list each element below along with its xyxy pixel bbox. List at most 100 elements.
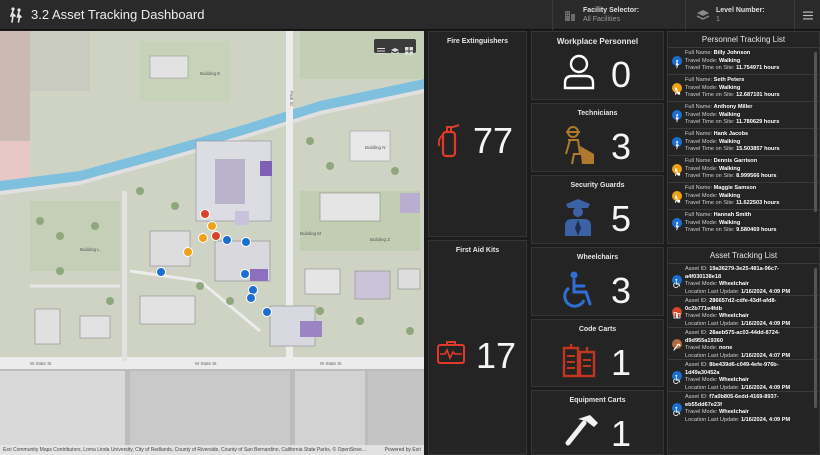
personnel-list-title: Personnel Tracking List xyxy=(701,35,786,44)
code-carts-title: Code Carts xyxy=(578,326,617,333)
personnel-mode-line: Travel Mode: Walking xyxy=(685,85,819,93)
level-label: Level Number: xyxy=(716,7,765,14)
name-label: Full Name: xyxy=(685,158,714,164)
map-marker-technician[interactable] xyxy=(198,233,208,243)
asset-update-label: Location Last Update: xyxy=(685,416,741,423)
map-marker-wheelchair[interactable] xyxy=(240,269,250,279)
hamburger-icon xyxy=(802,11,813,19)
personnel-name-line: Full Name: Hannah Smith xyxy=(685,212,819,220)
walking-icon xyxy=(672,137,682,150)
personnel-list-item[interactable]: Full Name: Maggie Samson Travel Mode: Wal… xyxy=(668,182,819,209)
asset-id-suffix: eb55dd67e23f xyxy=(685,401,723,408)
security-guards-title: Security Guards xyxy=(570,182,625,189)
personnel-mode: Walking xyxy=(719,165,741,172)
asset-id-line-2: 0c2b771e4fdb xyxy=(685,306,819,314)
personnel-time-line: Travel Time on Site: 15.503857 hours xyxy=(685,146,819,154)
fire-extinguishers-title: Fire Extinguishers xyxy=(446,38,509,45)
first-aid-kit-icon xyxy=(437,341,465,364)
asset-list-item[interactable]: Asset ID: f7a0b805-6edd-4169-8937- eb55dd… xyxy=(668,391,819,423)
map-marker-fire-extinguisher[interactable] xyxy=(200,209,210,219)
map-view[interactable]: Building E Building N Building M Buildin… xyxy=(0,31,424,455)
map-label-building-z: Building Z xyxy=(370,237,390,242)
personnel-name: Anthony Miller xyxy=(713,104,753,110)
asset-update-label: Location Last Update: xyxy=(685,320,741,327)
header-bar: 3.2 Asset Tracking Dashboard Facility Se… xyxy=(0,0,820,30)
personnel-time-line: Travel Time on Site: 9.580469 hours xyxy=(685,227,819,235)
personnel-list-item[interactable]: Full Name: Hannah Smith Travel Mode: Walk… xyxy=(668,209,819,236)
asset-id-suffix: 0c2b771e4fdb xyxy=(685,305,723,312)
asset-id: 19a36279-3e25-481a-96c7- xyxy=(709,266,779,272)
time-label: Travel Time on Site: xyxy=(685,200,737,206)
map-marker-personnel[interactable] xyxy=(222,235,232,245)
personnel-tracking-list: Personnel Tracking List Full Name: Billy… xyxy=(667,31,820,244)
asset-list-item[interactable]: Asset ID: 8be439d6-c049-4efe-976b- 1d49a3… xyxy=(668,359,819,391)
personnel-list-item[interactable]: Full Name: Anthony Miller Travel Mode: Wa… xyxy=(668,101,819,128)
layers-icon xyxy=(696,10,710,20)
first-aid-kits-title: First Aid Kits xyxy=(455,247,500,254)
menu-button[interactable] xyxy=(794,0,820,30)
map-marker-technician[interactable] xyxy=(207,221,217,231)
facility-value: All Facilities xyxy=(583,16,620,23)
security-guards-count: 5 xyxy=(611,198,632,239)
fire-extinguishers-count: 77 xyxy=(473,120,514,161)
asset-id-line-2: 1d49a30452a xyxy=(685,370,819,378)
technicians-title: Technicians xyxy=(577,110,618,117)
wheelchair-icon xyxy=(563,271,592,308)
asset-id-suffix: d9d955a19360 xyxy=(685,337,723,344)
asset-id-label: Asset ID: xyxy=(685,266,710,272)
people-walking-icon xyxy=(5,4,27,26)
asset-update: 1/16/2024, 4:09 PM xyxy=(740,416,791,423)
fire-extinguishers-indicator: Fire Extinguishers 77 xyxy=(428,31,527,237)
map-marker-fire-extinguisher[interactable] xyxy=(211,231,221,241)
asset-id-label: Asset ID: xyxy=(685,330,710,336)
personnel-name: Hannah Smith xyxy=(713,212,752,218)
map-label-building-n: Building N xyxy=(365,145,386,150)
list-icon[interactable] xyxy=(377,42,385,54)
personnel-time: 15.503857 hours xyxy=(736,146,780,152)
basemap-gallery-icon[interactable] xyxy=(405,42,413,55)
level-selector[interactable]: Level Number: 1 xyxy=(685,0,794,30)
personnel-list-item[interactable]: Full Name: Seth Peters Travel Mode: Walki… xyxy=(668,74,819,101)
wheelchairs-title: Wheelchairs xyxy=(576,254,619,261)
wheelchair-icon xyxy=(672,275,682,288)
asset-list-scrollbar[interactable] xyxy=(814,268,817,408)
personnel-name: Dennis Garrison xyxy=(713,158,758,164)
first-aid-kits-count: 17 xyxy=(476,335,517,376)
mode-label: Travel Mode: xyxy=(685,165,719,172)
layers-icon[interactable] xyxy=(390,42,400,55)
personnel-list-item[interactable]: Full Name: Dennis Garrison Travel Mode: W… xyxy=(668,155,819,182)
map-marker-personnel[interactable] xyxy=(246,293,256,303)
asset-tracking-list: Asset Tracking List Asset ID: 19a36279-3… xyxy=(667,247,820,455)
asset-id-label: Asset ID: xyxy=(685,362,710,368)
personnel-list-item[interactable]: Full Name: Hank Jacobs Travel Mode: Walki… xyxy=(668,128,819,155)
asset-list-item[interactable]: Asset ID: 19a36279-3e25-481a-96c7- a4f030… xyxy=(668,263,819,295)
mode-label: Travel Mode: xyxy=(685,192,719,199)
wheelchairs-count: 3 xyxy=(611,270,632,311)
asset-list-item[interactable]: Asset ID: 28aeb575-ac03-44dd-8724- d9d955… xyxy=(668,327,819,359)
worker-icon xyxy=(672,191,682,203)
personnel-time: 9.580469 hours xyxy=(736,227,777,233)
first-aid-kits-indicator: First Aid Kits 17 xyxy=(428,240,527,455)
asset-list-item[interactable]: Asset ID: 286657d2-cdfe-43df-afd8- 0c2b77… xyxy=(668,295,819,327)
asset-id-suffix: a4f030138e18 xyxy=(685,273,722,280)
name-label: Full Name: xyxy=(685,50,714,56)
technicians-indicator: Technicians 3 xyxy=(531,103,664,172)
hammer-icon xyxy=(672,339,682,351)
map-marker-technician[interactable] xyxy=(183,247,193,257)
map-marker-wheelchair[interactable] xyxy=(156,267,166,277)
personnel-list-scrollbar[interactable] xyxy=(814,52,817,212)
equipment-carts-count: 1 xyxy=(611,413,632,454)
asset-mode-line: Travel Mode: Wheelchair xyxy=(685,313,819,321)
map-label-building-l: Building L xyxy=(80,247,100,252)
personnel-list-item[interactable]: Full Name: Billy Johnson Travel Mode: Wal… xyxy=(668,47,819,74)
personnel-mode: Walking xyxy=(719,192,741,199)
map-marker-wheelchair[interactable] xyxy=(262,307,272,317)
map-attribution: Esri Community Maps Contributors, Loma L… xyxy=(0,445,424,455)
personnel-time: 11.780629 hours xyxy=(736,119,780,125)
asset-mode-label: Travel Mode: xyxy=(685,345,719,351)
facility-selector[interactable]: Facility Selector: All Facilities xyxy=(552,0,685,30)
hammer-icon xyxy=(565,415,598,446)
powered-by[interactable]: Powered by Esri xyxy=(385,445,421,455)
walking-icon xyxy=(672,110,682,123)
map-marker-personnel[interactable] xyxy=(241,237,251,247)
